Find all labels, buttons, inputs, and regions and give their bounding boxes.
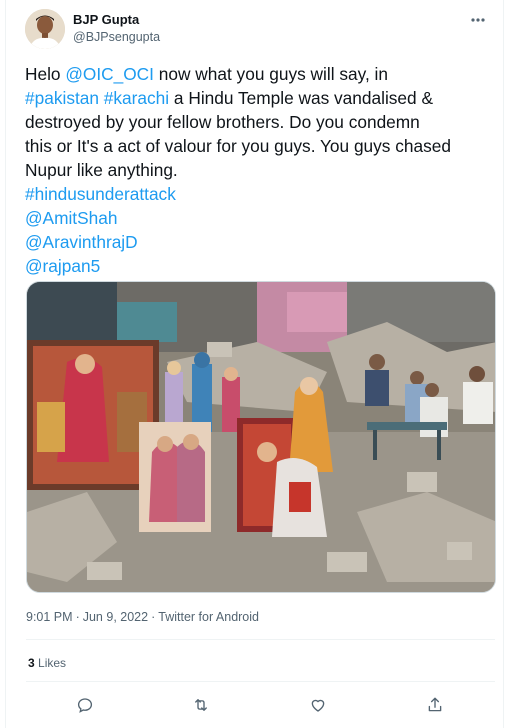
tweet-text-segment: now what you guys will say, in [153, 64, 388, 84]
tweet-text-line: this or It's a act of valour for you guy… [25, 134, 495, 158]
tweet-text-line: Helo @OIC_OCI now what you guys will say… [25, 62, 495, 86]
tweet-text-segment: this or It's a act of valour for you guy… [25, 136, 451, 156]
heart-icon [311, 699, 325, 712]
hashtag-link[interactable]: #pakistan [25, 88, 99, 108]
author-name[interactable]: BJP Gupta [73, 12, 139, 27]
divider [26, 681, 495, 682]
tweet-text-segment: Helo [25, 64, 66, 84]
hashtag-link[interactable]: #hindusunderattack [25, 184, 176, 204]
temple-rubble-image [27, 282, 495, 592]
tweet-text-segment: Nupur like anything. [25, 160, 178, 180]
tweet-text-line: #hindusunderattack [25, 182, 495, 206]
tweet-text-segment: a Hindu Temple was vandalised & [169, 88, 433, 108]
mention-link[interactable]: @rajpan5 [25, 256, 100, 276]
avatar[interactable] [25, 9, 65, 49]
hashtag-link[interactable]: #karachi [104, 88, 169, 108]
mention-link[interactable]: @AmitShah [25, 208, 117, 228]
tweet-text: Helo @OIC_OCI now what you guys will say… [25, 62, 495, 278]
more-options-button[interactable] [467, 10, 489, 30]
tweet-card: BJP Gupta @BJPsengupta Helo @OIC_OCI now… [5, 0, 504, 728]
more-horizontal-icon [471, 18, 485, 22]
tweet-photo[interactable] [26, 281, 496, 593]
like-button[interactable] [307, 694, 329, 716]
likes-count[interactable]: 3 Likes [28, 656, 66, 670]
tweet-date[interactable]: Jun 9, 2022 [83, 610, 148, 624]
retweet-icon [195, 699, 207, 711]
tweet-meta: 9:01 PM · Jun 9, 2022 · Twitter for Android [26, 610, 259, 624]
mention-link[interactable]: @AravinthrajD [25, 232, 138, 252]
divider [26, 639, 495, 640]
meta-separator: · [151, 610, 156, 624]
tweet-text-line: destroyed by your fellow brothers. Do yo… [25, 110, 495, 134]
retweet-button[interactable] [190, 694, 212, 716]
tweet-time[interactable]: 9:01 PM [26, 610, 73, 624]
tweet-source[interactable]: Twitter for Android [158, 610, 259, 624]
tweet-text-line: @AmitShah [25, 206, 495, 230]
mention-link[interactable]: @OIC_OCI [65, 64, 154, 84]
tweet-text-line: @AravinthrajD [25, 230, 495, 254]
likes-number: 3 [28, 656, 35, 670]
reply-icon [77, 698, 93, 713]
likes-label: Likes [38, 656, 67, 670]
tweet-text-line: @rajpan5 [25, 254, 495, 278]
tweet-text-segment: destroyed by your fellow brothers. Do yo… [25, 112, 420, 132]
tweet-text-line: #pakistan #karachi a Hindu Temple was va… [25, 86, 495, 110]
author-handle[interactable]: @BJPsengupta [73, 30, 160, 44]
reply-button[interactable] [74, 694, 96, 716]
tweet-text-line: Nupur like anything. [25, 158, 495, 182]
meta-separator: · [75, 610, 80, 624]
tweet-actions [26, 694, 495, 716]
share-icon [428, 697, 442, 712]
share-button[interactable] [424, 694, 446, 716]
avatar-image [25, 9, 65, 49]
